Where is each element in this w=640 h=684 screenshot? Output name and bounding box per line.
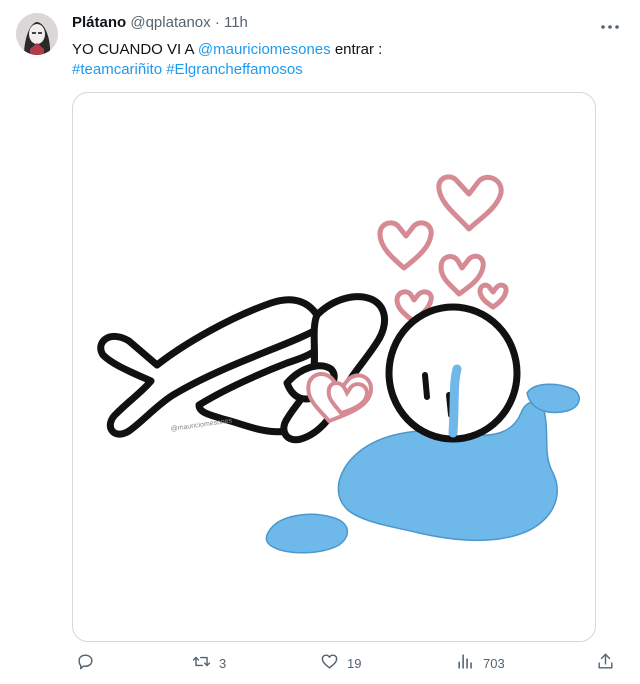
media-watermark: @mauriciomesones [170,417,233,433]
like-button[interactable]: 19 [320,650,361,676]
heart-icon [377,174,509,324]
reply-icon [76,652,95,674]
tweet[interactable]: Plátano @qplatanox · 11h YO CUANDO VI A … [0,0,640,684]
display-name[interactable]: Plátano [72,14,126,31]
handle[interactable]: @qplatanox [130,14,210,31]
action-bar: 3 19 703 [72,650,624,676]
share-icon [596,652,615,674]
tweet-text: YO CUANDO VI A @mauriciomesones entrar :… [72,40,612,80]
retweet-button[interactable]: 3 [192,650,226,676]
views-icon [456,652,475,674]
tweet-text-suffix: entrar : [330,41,383,58]
tweet-media-image[interactable]: @mauriciomesones [72,92,596,642]
like-count: 19 [347,655,362,671]
hashtag-link[interactable]: #Elgrancheffamosos [166,61,302,78]
retweet-count: 3 [219,655,227,671]
tweet-text-prefix: YO CUANDO VI A [72,41,198,58]
views-button[interactable]: 703 [456,650,505,676]
views-count: 703 [483,655,505,671]
hashtag-link[interactable]: #teamcariñito [72,61,162,78]
more-icon [601,16,619,34]
retweet-icon [192,652,211,674]
share-button[interactable] [596,650,615,676]
mention-link[interactable]: @mauriciomesones [198,41,331,58]
heart-icon [320,652,339,674]
more-options-button[interactable] [596,13,624,37]
tweet-header: Plátano @qplatanox · 11h [72,13,248,33]
reply-button[interactable] [76,650,95,676]
avatar[interactable] [16,13,58,55]
separator: · [214,14,220,31]
timestamp[interactable]: 11h [224,14,248,31]
